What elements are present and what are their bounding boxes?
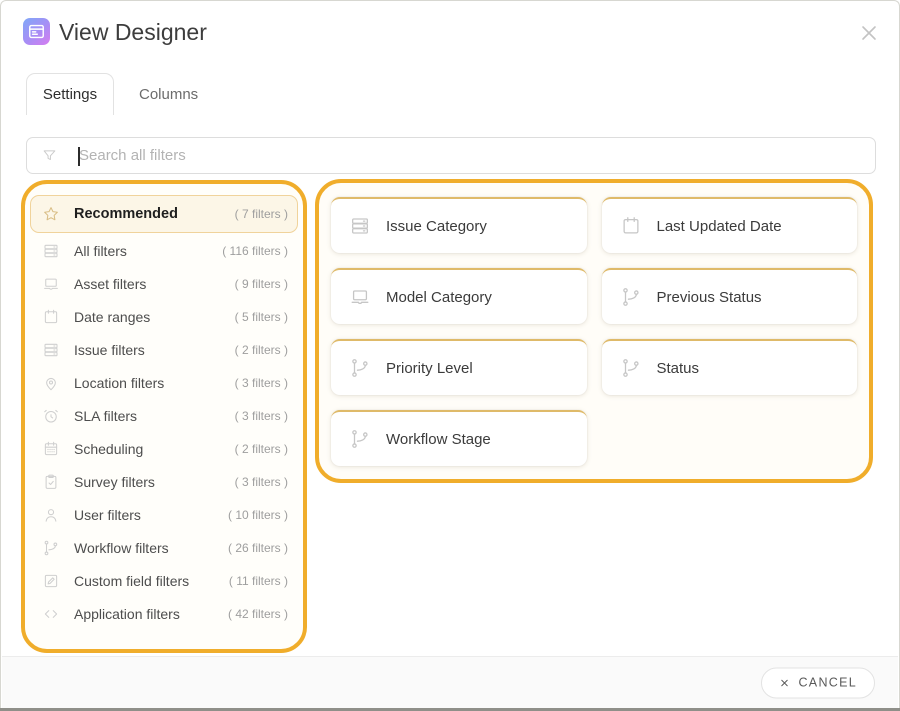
- sidebar-item-label: All filters: [74, 243, 222, 259]
- filter-card-label: Priority Level: [386, 360, 473, 377]
- filter-card-label: Status: [657, 360, 700, 377]
- sidebar-item-label: Scheduling: [74, 441, 235, 457]
- sidebar-item-label: Application filters: [74, 606, 228, 622]
- sidebar-highlight-ring: Recommended ( 7 filters ) All filters ( …: [21, 180, 307, 653]
- alarm-clock-icon: [42, 407, 60, 425]
- filter-card-label: Last Updated Date: [657, 218, 782, 235]
- filter-card-grid: Issue Category Last Updated Date Model C…: [319, 183, 869, 479]
- sidebar-item-count: ( 9 filters ): [235, 277, 288, 291]
- sidebar-item-sla-filters[interactable]: SLA filters ( 3 filters ): [30, 399, 298, 432]
- star-icon: [42, 205, 60, 223]
- sidebar-item-date-ranges[interactable]: Date ranges ( 5 filters ): [30, 300, 298, 333]
- page-title: View Designer: [59, 17, 207, 47]
- sidebar-item-label: Workflow filters: [74, 540, 228, 556]
- search-input[interactable]: [79, 147, 875, 164]
- sidebar-item-label: Date ranges: [74, 309, 235, 325]
- filter-category-list: Recommended ( 7 filters ) All filters ( …: [30, 195, 298, 630]
- sidebar-item-scheduling[interactable]: Scheduling ( 2 filters ): [30, 432, 298, 465]
- cards-highlight-ring: Issue Category Last Updated Date Model C…: [315, 179, 873, 483]
- filter-card-model-category[interactable]: Model Category: [331, 268, 587, 324]
- sidebar-item-label: Recommended: [74, 206, 235, 222]
- close-icon[interactable]: [857, 21, 881, 45]
- text-caret: [78, 147, 80, 166]
- sidebar-item-count: ( 3 filters ): [235, 409, 288, 423]
- git-branch-icon: [349, 357, 371, 379]
- sidebar-item-count: ( 3 filters ): [235, 475, 288, 489]
- filter-card-label: Issue Category: [386, 218, 487, 235]
- filter-card-label: Workflow Stage: [386, 431, 491, 448]
- sidebar-item-count: ( 2 filters ): [235, 343, 288, 357]
- sidebar-item-count: ( 7 filters ): [235, 207, 288, 221]
- sidebar-item-count: ( 26 filters ): [228, 541, 288, 555]
- cancel-button[interactable]: CANCEL: [761, 667, 875, 698]
- sidebar-item-label: Location filters: [74, 375, 235, 391]
- code-brackets-icon: [42, 605, 60, 623]
- clipboard-check-icon: [42, 473, 60, 491]
- git-branch-icon: [349, 428, 371, 450]
- sidebar-item-label: Asset filters: [74, 276, 235, 292]
- filter-card-label: Model Category: [386, 289, 492, 306]
- filter-card-priority-level[interactable]: Priority Level: [331, 339, 587, 395]
- calendar-icon: [42, 308, 60, 326]
- sidebar-item-custom-field-filters[interactable]: Custom field filters ( 11 filters ): [30, 564, 298, 597]
- filter-card-last-updated-date[interactable]: Last Updated Date: [602, 197, 858, 253]
- sidebar-item-asset-filters[interactable]: Asset filters ( 9 filters ): [30, 267, 298, 300]
- sidebar-item-all-filters[interactable]: All filters ( 116 filters ): [30, 234, 298, 267]
- database-icon: [42, 242, 60, 260]
- close-icon: [779, 677, 790, 688]
- filter-card-workflow-stage[interactable]: Workflow Stage: [331, 410, 587, 466]
- view-designer-modal: View Designer Settings Columns Recommend…: [0, 0, 900, 711]
- tab-settings[interactable]: Settings: [26, 73, 114, 115]
- cancel-button-label: CANCEL: [798, 676, 857, 690]
- git-branch-icon: [620, 286, 642, 308]
- filter-card-previous-status[interactable]: Previous Status: [602, 268, 858, 324]
- sidebar-item-application-filters[interactable]: Application filters ( 42 filters ): [30, 597, 298, 630]
- search-bar: [26, 137, 876, 174]
- sidebar-item-count: ( 11 filters ): [229, 574, 288, 588]
- sidebar-item-count: ( 2 filters ): [235, 442, 288, 456]
- user-icon: [42, 506, 60, 524]
- sidebar-item-count: ( 3 filters ): [235, 376, 288, 390]
- laptop-icon: [349, 286, 371, 308]
- sidebar-item-label: SLA filters: [74, 408, 235, 424]
- sidebar-item-survey-filters[interactable]: Survey filters ( 3 filters ): [30, 465, 298, 498]
- sidebar-item-label: User filters: [74, 507, 228, 523]
- filter-card-status[interactable]: Status: [602, 339, 858, 395]
- sidebar-item-location-filters[interactable]: Location filters ( 3 filters ): [30, 366, 298, 399]
- git-branch-icon: [620, 357, 642, 379]
- database-icon: [42, 341, 60, 359]
- sidebar-item-count: ( 5 filters ): [235, 310, 288, 324]
- sidebar-item-count: ( 116 filters ): [222, 244, 288, 258]
- git-branch-icon: [42, 539, 60, 557]
- modal-footer: CANCEL: [2, 656, 898, 708]
- sidebar-item-label: Survey filters: [74, 474, 235, 490]
- edit-square-icon: [42, 572, 60, 590]
- map-pin-icon: [42, 374, 60, 392]
- calendar-grid-icon: [42, 440, 60, 458]
- sidebar-item-label: Issue filters: [74, 342, 235, 358]
- sidebar-item-user-filters[interactable]: User filters ( 10 filters ): [30, 498, 298, 531]
- sidebar-item-count: ( 10 filters ): [228, 508, 288, 522]
- tab-columns[interactable]: Columns: [129, 73, 208, 115]
- sidebar-item-label: Custom field filters: [74, 573, 229, 589]
- view-designer-icon: [23, 18, 50, 45]
- funnel-icon: [41, 147, 58, 164]
- sidebar-item-issue-filters[interactable]: Issue filters ( 2 filters ): [30, 333, 298, 366]
- database-icon: [349, 215, 371, 237]
- sidebar-item-workflow-filters[interactable]: Workflow filters ( 26 filters ): [30, 531, 298, 564]
- sidebar-item-count: ( 42 filters ): [228, 607, 288, 621]
- calendar-icon: [620, 215, 642, 237]
- laptop-icon: [42, 275, 60, 293]
- sidebar-item-recommended[interactable]: Recommended ( 7 filters ): [30, 195, 298, 233]
- filter-card-issue-category[interactable]: Issue Category: [331, 197, 587, 253]
- filter-card-label: Previous Status: [657, 289, 762, 306]
